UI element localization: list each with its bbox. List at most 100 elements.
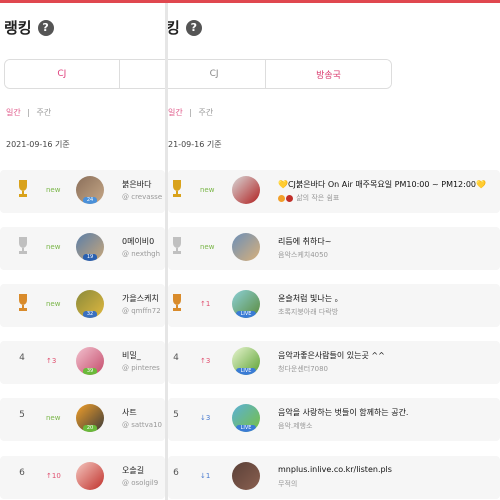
- tab-cj[interactable]: CJ: [168, 60, 267, 88]
- broadcast-title[interactable]: mnplus.inlive.co.kr/listen.pls: [278, 465, 392, 474]
- user-id: @ pinteres: [122, 364, 160, 372]
- station-name: 삶의 작은 쉼표: [296, 194, 340, 202]
- ranking-panel-cj: 랭킹 ? CJ 일간 | 주간 2021-09-16 기준 new 24 붉은바다 @…: [0, 3, 165, 500]
- avatar[interactable]: 19: [76, 233, 104, 261]
- table-row[interactable]: new 24 붉은바다 @ crevasse: [0, 170, 165, 213]
- rank-change: new: [46, 243, 61, 251]
- rank-change: ↑10: [46, 472, 61, 480]
- avatar[interactable]: LIVE: [232, 347, 260, 375]
- level-badge: 24: [83, 197, 97, 204]
- period-selector: 일간 | 주간: [6, 107, 51, 118]
- period-separator: |: [27, 108, 30, 117]
- period-selector: 일간 | 주간: [168, 107, 213, 118]
- avatar[interactable]: LIVE: [232, 404, 260, 432]
- rank-number: 5: [19, 410, 25, 420]
- trophy-icon: [16, 236, 30, 256]
- level-badge: 19: [83, 254, 97, 261]
- live-badge: LIVE: [236, 368, 256, 375]
- station-info: 삶의 작은 쉼표: [278, 193, 339, 203]
- table-row[interactable]: 6 ↓1 mnplus.inlive.co.kr/listen.pls 무적의: [168, 456, 500, 499]
- avatar[interactable]: [232, 176, 260, 204]
- user-name[interactable]: 비밀_: [122, 350, 141, 361]
- user-name[interactable]: 붉은바다: [122, 179, 151, 190]
- period-daily[interactable]: 일간: [6, 108, 21, 117]
- table-row[interactable]: new 리듬에 취하다~ 음악스케치4050: [168, 227, 500, 270]
- ranking-date: 21-09-16 기준: [168, 140, 222, 149]
- page-title: 랭킹 ?: [4, 17, 54, 38]
- rank-number: 4: [173, 353, 179, 363]
- broadcast-title[interactable]: 음악과좋은사람들이 있는곳 ^^: [278, 350, 385, 361]
- avatar[interactable]: 32: [76, 290, 104, 318]
- heart-icon: [278, 194, 285, 202]
- period-weekly[interactable]: 주간: [199, 108, 214, 117]
- table-row[interactable]: new 19 0메이비0 @ nexthgh: [0, 227, 165, 270]
- trophy-icon: [170, 236, 184, 256]
- trophy-icon: [170, 179, 184, 199]
- tab-broadcast[interactable]: [120, 60, 165, 88]
- tab-cj[interactable]: CJ: [5, 60, 120, 88]
- help-icon[interactable]: ?: [185, 19, 202, 36]
- user-name[interactable]: 0메이비0: [122, 236, 154, 247]
- station-info: 무적의: [278, 479, 297, 489]
- avatar[interactable]: [232, 233, 260, 261]
- rank-change: ↑1: [200, 300, 211, 308]
- user-name[interactable]: 오솔길: [122, 465, 144, 476]
- rank-change: new: [200, 243, 215, 251]
- avatar[interactable]: LIVE: [232, 290, 260, 318]
- help-icon[interactable]: ?: [37, 19, 54, 36]
- user-name[interactable]: 가을스케치: [122, 293, 159, 304]
- broadcast-title[interactable]: 리듬에 취하다~: [278, 236, 331, 247]
- user-id: @ sattva10: [122, 421, 162, 429]
- table-row[interactable]: 4 ↑3 LIVE 음악과좋은사람들이 있는곳 ^^ 청다운센터7080: [168, 341, 500, 384]
- rank-number: 6: [173, 468, 179, 478]
- level-badge: 39: [83, 368, 97, 375]
- table-row[interactable]: ↑1 LIVE 윤슬처럼 빛나는 。 초록지붕아래 다락방: [168, 284, 500, 327]
- rank-number: 5: [173, 410, 179, 420]
- station-name: 청다운센터7080: [278, 365, 329, 373]
- station-name: 무적의: [278, 480, 298, 488]
- broadcast-title[interactable]: 윤슬처럼 빛나는 。: [278, 293, 343, 304]
- period-weekly[interactable]: 주간: [37, 108, 52, 117]
- avatar[interactable]: 24: [76, 176, 104, 204]
- table-row[interactable]: 6 ↑10 오솔길 @ osolgil9: [0, 456, 165, 499]
- broadcast-title[interactable]: 음악을 사랑하는 벗들이 함께하는 공간.: [278, 407, 408, 418]
- live-badge: LIVE: [236, 425, 256, 432]
- rank-change: ↓3: [200, 414, 211, 422]
- trophy-icon: [16, 179, 30, 199]
- user-id: @ osolgil9: [122, 479, 159, 487]
- table-row[interactable]: 5 ↓3 LIVE 음악을 사랑하는 벗들이 함께하는 공간. 음악.제행소: [168, 398, 500, 441]
- avatar[interactable]: 20: [76, 404, 104, 432]
- page-title-text: 킹: [168, 19, 180, 37]
- tab-broadcast[interactable]: 방송국: [266, 60, 391, 88]
- rank-change: ↑3: [200, 357, 211, 365]
- avatar[interactable]: [232, 462, 260, 490]
- table-row[interactable]: 5 new 20 사트 @ sattva10: [0, 398, 165, 441]
- broadcast-title[interactable]: 💛CJ붉은바다 On Air 매주목요일 PM10:00 ~ PM12:00💛: [278, 179, 486, 190]
- ranking-tabs: CJ: [4, 59, 165, 89]
- user-id: @ qmffn72: [122, 307, 161, 315]
- table-row[interactable]: new 💛CJ붉은바다 On Air 매주목요일 PM10:00 ~ PM12:0…: [168, 170, 500, 213]
- table-row[interactable]: new 32 가을스케치 @ qmffn72: [0, 284, 165, 327]
- rank-change: new: [46, 414, 61, 422]
- station-name: 음악스케치4050: [278, 251, 329, 259]
- page-title: 킹 ?: [168, 17, 202, 38]
- station-name: 초록지붕아래 다락방: [278, 308, 339, 316]
- station-info: 음악스케치4050: [278, 250, 328, 260]
- avatar[interactable]: [76, 462, 104, 490]
- station-name: 음악.제행소: [278, 422, 313, 430]
- level-badge: 32: [83, 311, 97, 318]
- avatar[interactable]: 39: [76, 347, 104, 375]
- rank-change: ↓1: [200, 472, 211, 480]
- ranking-date: 2021-09-16 기준: [6, 140, 70, 149]
- table-row[interactable]: 4 ↑3 39 비밀_ @ pinteres: [0, 341, 165, 384]
- rank-number: 6: [19, 468, 25, 478]
- live-badge: LIVE: [236, 311, 256, 318]
- station-info: 청다운센터7080: [278, 364, 328, 374]
- period-separator: |: [189, 108, 192, 117]
- user-name[interactable]: 사트: [122, 407, 137, 418]
- period-daily[interactable]: 일간: [168, 108, 183, 117]
- level-badge: 20: [83, 425, 97, 432]
- ranking-tabs: CJ 방송국: [168, 59, 392, 89]
- station-info: 음악.제행소: [278, 421, 312, 431]
- rank-number: 4: [19, 353, 25, 363]
